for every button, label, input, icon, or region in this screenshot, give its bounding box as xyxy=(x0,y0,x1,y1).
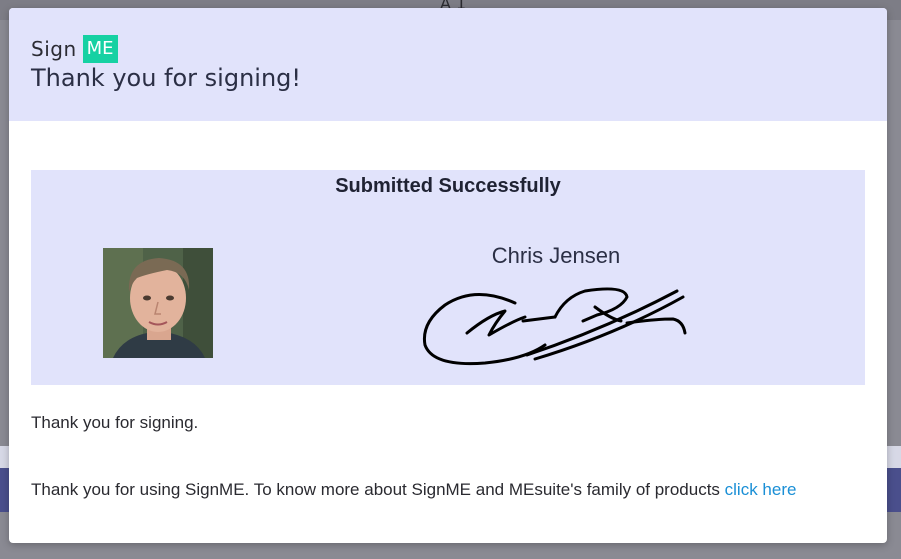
signer-photo xyxy=(103,248,213,358)
click-here-link[interactable]: click here xyxy=(725,480,797,499)
thank-you-modal: Sign ME Thank you for signing! Submitted… xyxy=(9,8,887,543)
signme-logo: Sign ME xyxy=(31,34,118,64)
status-heading: Submitted Successfully xyxy=(335,175,561,197)
submission-status-panel: Submitted Successfully Chris Jensen xyxy=(31,170,865,385)
product-info-text: Thank you for using SignME. To know more… xyxy=(31,480,725,499)
logo-sign-text: Sign xyxy=(31,37,77,61)
signature-image xyxy=(415,275,705,375)
logo-me-badge: ME xyxy=(82,35,118,63)
thank-you-message: Thank you for signing. xyxy=(31,413,199,432)
product-info-message: Thank you for using SignME. To know more… xyxy=(31,480,796,500)
signer-name: Chris Jensen xyxy=(491,243,621,268)
modal-title: Thank you for signing! xyxy=(31,64,302,92)
modal-header: Sign ME Thank you for signing! xyxy=(9,8,887,121)
